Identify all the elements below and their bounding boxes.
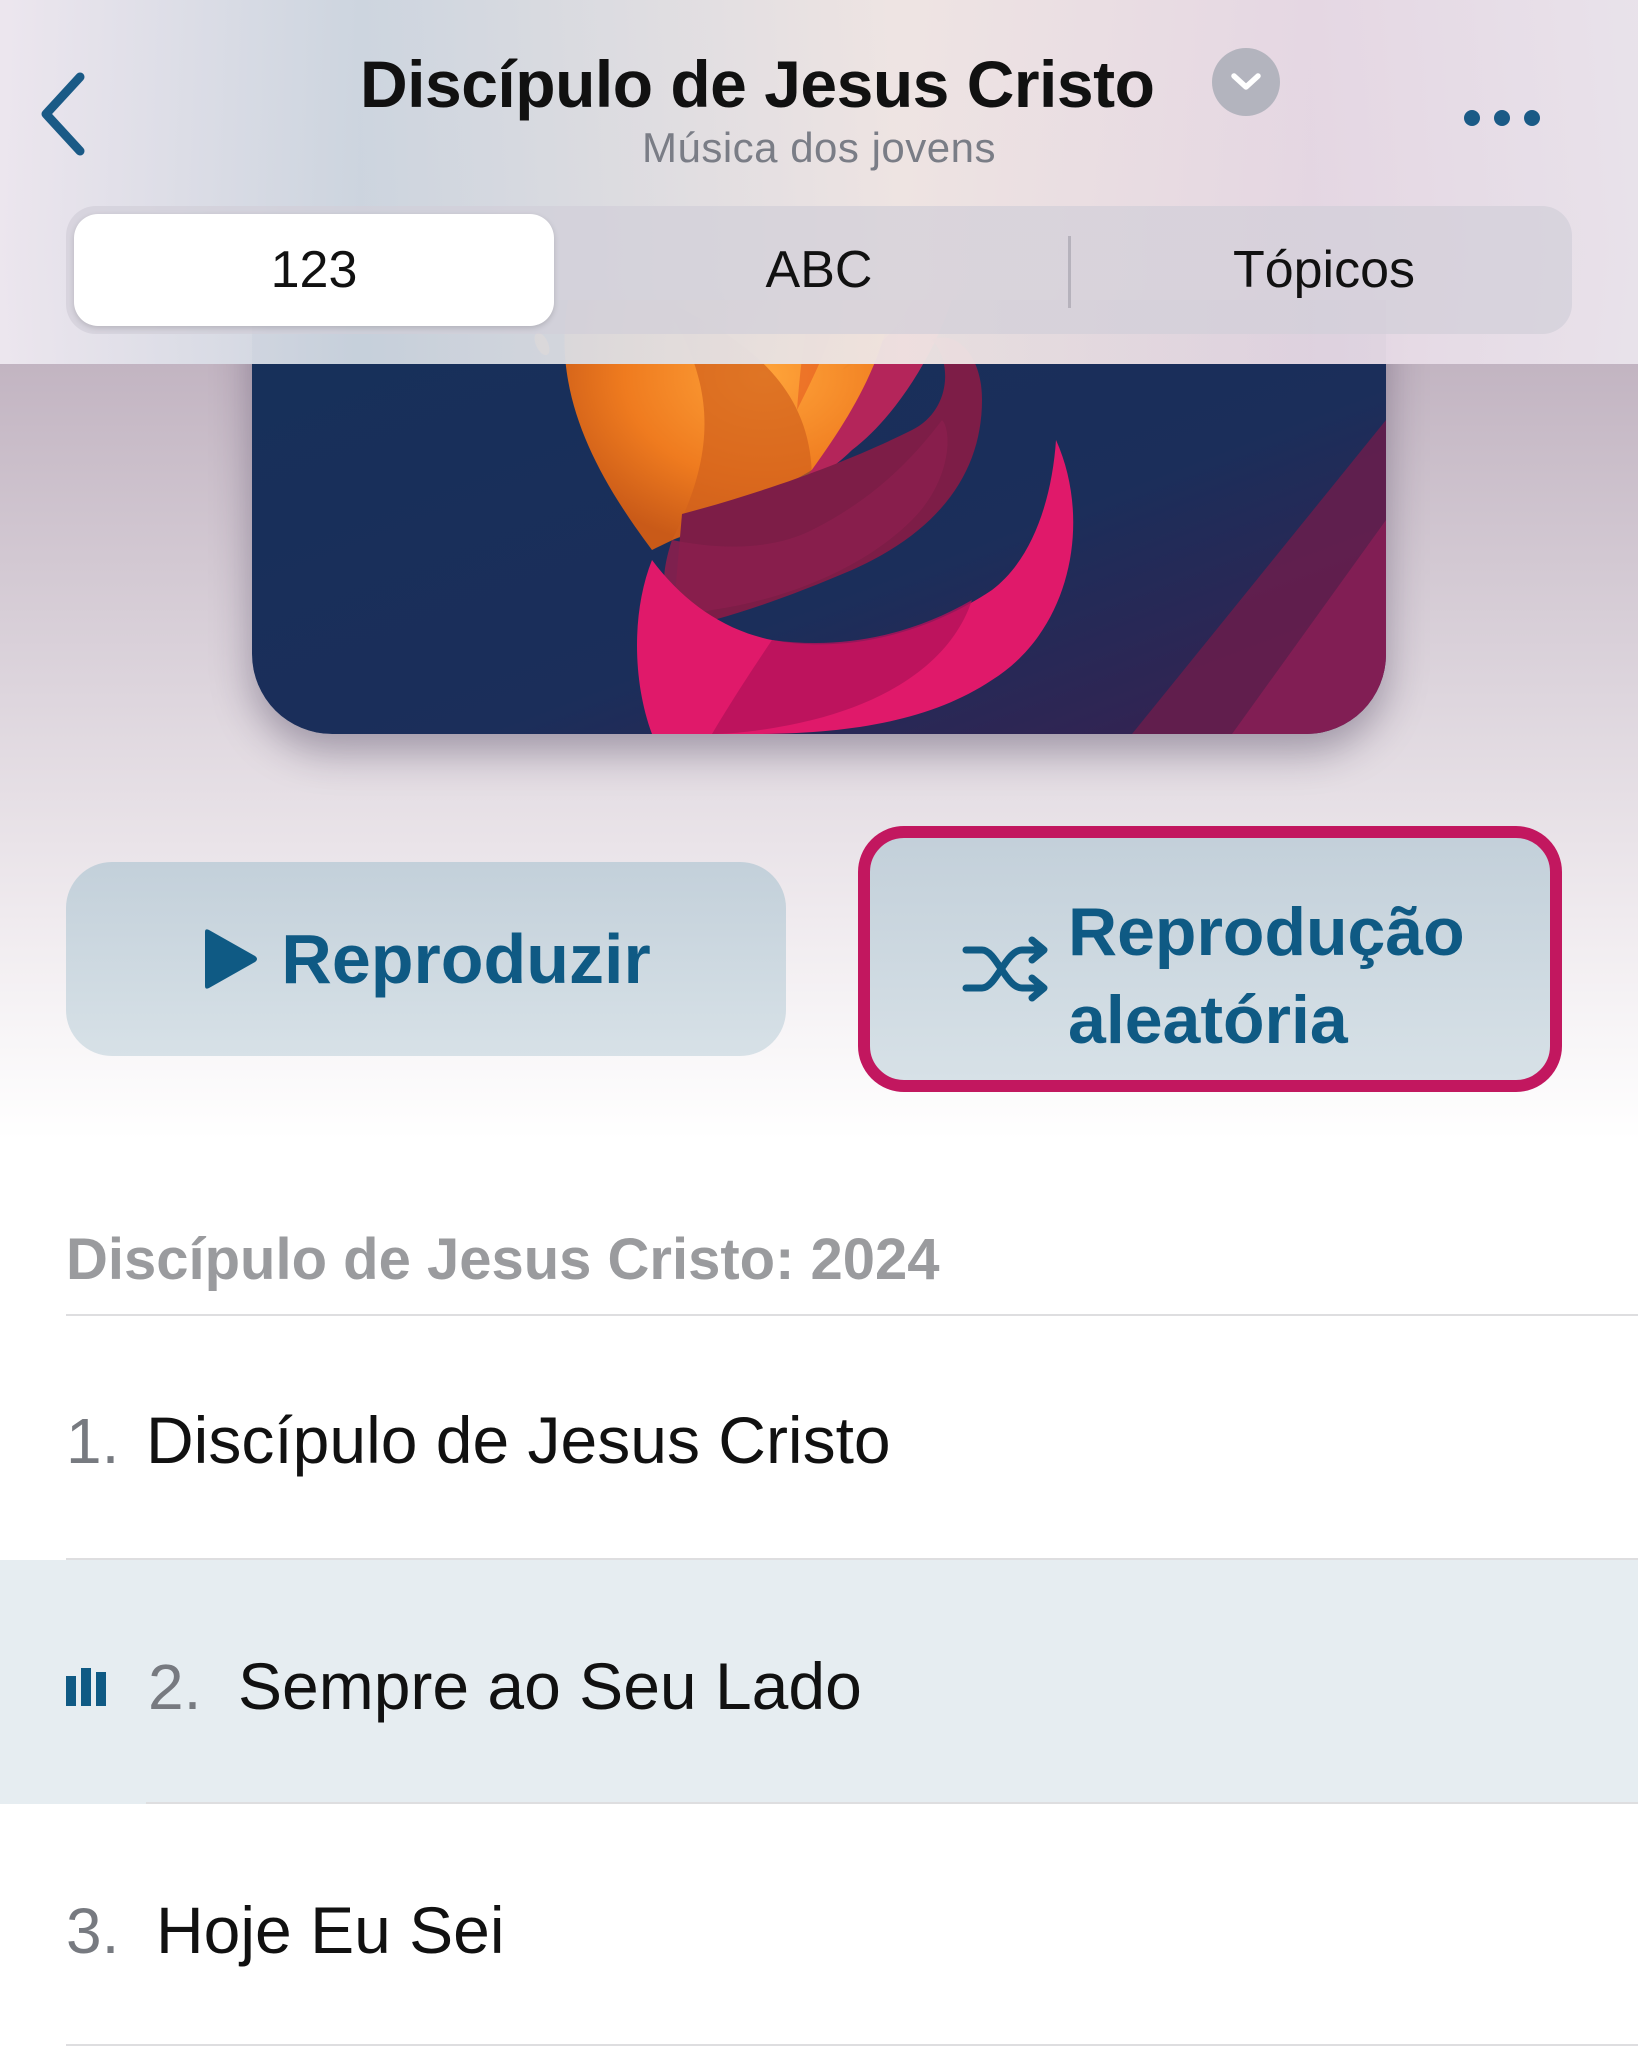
play-label: Reproduzir	[281, 920, 651, 998]
shuffle-label-line2: aleatória	[1068, 982, 1348, 1058]
track-row-2[interactable]: 2. Sempre ao Seu Lado	[0, 1560, 1638, 1804]
track-title: Hoje Eu Sei	[156, 1893, 505, 1967]
shuffle-label: Reprodução aleatória	[1068, 888, 1465, 1064]
shuffle-label-line1: Reprodução	[1068, 894, 1465, 970]
play-icon	[205, 929, 258, 989]
album-artwork	[252, 300, 1386, 734]
page-subtitle: Música dos jovens	[642, 124, 996, 171]
tab-abc[interactable]: ABC	[579, 214, 1059, 326]
section-title: Discípulo de Jesus Cristo: 2024	[66, 1227, 940, 1292]
tab-topicos[interactable]: Tópicos	[1084, 214, 1564, 326]
track-row-1[interactable]: 1. Discípulo de Jesus Cristo	[0, 1316, 1638, 1560]
row-divider	[66, 2044, 1638, 2046]
track-number: 3.	[66, 1895, 120, 1967]
artwork-graphic	[252, 300, 1386, 734]
more-options-button[interactable]	[1440, 88, 1564, 148]
track-row-3[interactable]: 3. Hoje Eu Sei	[0, 1804, 1638, 2048]
segment-divider	[1068, 236, 1071, 308]
page-title: Discípulo de Jesus Cristo	[360, 47, 1155, 121]
title-menu-button[interactable]	[1212, 48, 1280, 116]
tab-123[interactable]: 123	[74, 214, 554, 326]
ellipsis-icon	[1464, 110, 1480, 126]
nav-header: Discípulo de Jesus Cristo Música dos jov…	[0, 0, 1638, 364]
shuffle-button[interactable]: Reprodução aleatória	[858, 826, 1562, 1092]
play-button[interactable]: Reproduzir	[66, 862, 786, 1056]
track-number: 2.	[148, 1651, 202, 1723]
track-title: Sempre ao Seu Lado	[238, 1649, 862, 1723]
now-playing-icon	[66, 1668, 106, 1706]
track-title: Discípulo de Jesus Cristo	[146, 1403, 891, 1477]
sort-segmented-control: 123 ABC Tópicos	[66, 206, 1572, 334]
shuffle-icon	[962, 936, 1048, 1002]
chevron-down-icon	[1231, 73, 1261, 90]
track-number: 1.	[66, 1405, 120, 1477]
